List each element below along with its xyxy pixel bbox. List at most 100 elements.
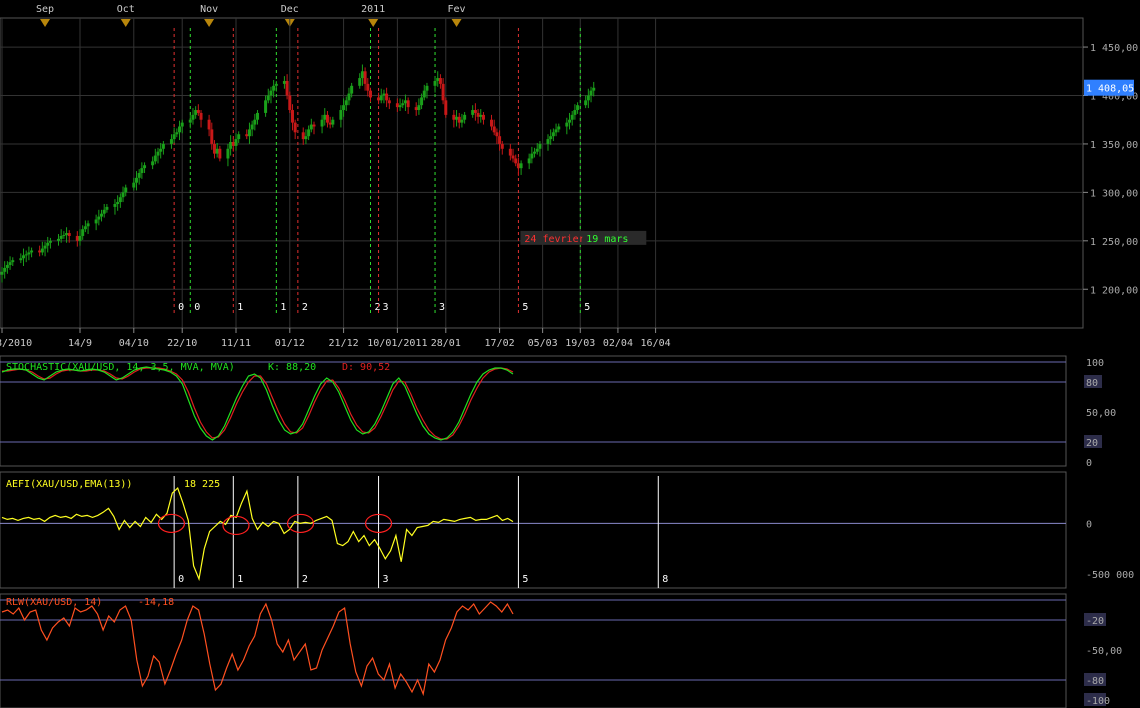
- candle-body: [417, 105, 421, 111]
- month-label: Sep: [36, 4, 54, 15]
- candle-body: [43, 245, 47, 249]
- candle-body: [320, 119, 324, 127]
- candle-body: [500, 143, 504, 149]
- candle-body: [481, 114, 485, 120]
- stochastic-d-label: D: 90,52: [342, 362, 390, 373]
- candle-body: [247, 129, 251, 137]
- candle-body: [519, 163, 523, 169]
- cycle-marker-label: 2: [374, 302, 380, 313]
- candle-body: [420, 97, 424, 106]
- candle-body: [48, 240, 52, 243]
- candle-body: [231, 142, 235, 146]
- candle-body: [132, 182, 136, 188]
- cycle-marker-label: 5: [522, 302, 528, 313]
- candle-body: [196, 110, 200, 113]
- candle-body: [207, 119, 211, 130]
- candle-body: [323, 114, 327, 120]
- candle-body: [274, 83, 278, 86]
- y-tick-label: 1 200,00: [1090, 285, 1138, 296]
- date-tick-label: 10/01/2011: [367, 338, 427, 349]
- candle-body: [282, 80, 286, 84]
- candle-body: [153, 155, 157, 162]
- candle-body: [151, 161, 155, 166]
- candle-body: [97, 216, 101, 220]
- stochastic-title: STOCHASTIC(XAU/USD, 14, 3,5, MVA, MVA): [6, 362, 235, 373]
- candle-body: [350, 85, 354, 94]
- candle-body: [290, 110, 294, 123]
- candle-body: [535, 148, 539, 152]
- candle-body: [312, 124, 316, 127]
- candle-body: [551, 132, 555, 137]
- candle-body: [382, 93, 386, 96]
- candle-body: [124, 187, 128, 193]
- candle-body: [516, 163, 520, 169]
- candle-body: [492, 126, 496, 133]
- projection-label: 24 fevrier: [524, 234, 584, 245]
- candle-body: [226, 148, 230, 159]
- cycle-marker-label: 5: [584, 302, 590, 313]
- date-tick-label: 01/12: [275, 338, 305, 349]
- candle-body: [210, 129, 214, 144]
- y-tick-label: -80: [1086, 676, 1104, 687]
- cycle-marker-label: 3: [383, 302, 389, 313]
- candle-body: [557, 126, 561, 130]
- candle-body: [511, 155, 515, 159]
- y-tick-label: 100: [1086, 358, 1104, 369]
- date-tick-label: 19/03: [565, 338, 595, 349]
- y-tick-label: 1 450,00: [1090, 43, 1138, 54]
- candle-body: [105, 206, 109, 210]
- candle-body: [527, 158, 531, 164]
- cycle-marker-label: 0: [194, 302, 200, 313]
- y-tick-label: 1 300,00: [1090, 188, 1138, 199]
- candle-body: [212, 143, 216, 154]
- candle-body: [0, 271, 4, 275]
- candle-body: [159, 148, 163, 152]
- y-tick-label: 1 350,00: [1090, 140, 1138, 151]
- candle-body: [398, 105, 402, 108]
- candle-body: [530, 153, 534, 159]
- cycle-line-label: 5: [522, 574, 528, 585]
- y-tick-label: 50,00: [1086, 408, 1116, 419]
- candle-body: [56, 238, 60, 241]
- candle-body: [264, 100, 268, 113]
- candle-body: [218, 148, 222, 159]
- candle-body: [94, 219, 98, 224]
- candle-body: [565, 122, 569, 127]
- candle-body: [554, 129, 558, 133]
- candle-body: [328, 122, 332, 125]
- candle-body: [444, 100, 448, 115]
- candle-body: [339, 110, 343, 120]
- projection-label: 19 mars: [586, 234, 628, 245]
- candle-body: [422, 90, 426, 98]
- candle-body: [546, 139, 550, 144]
- candle-body: [425, 85, 429, 91]
- date-tick-label: 02/04: [603, 338, 633, 349]
- candle-body: [584, 100, 588, 106]
- candle-body: [479, 114, 483, 117]
- candle-body: [573, 110, 577, 115]
- date-tick-label: 05/03: [528, 338, 558, 349]
- y-tick-label: 0: [1086, 458, 1092, 469]
- candle-body: [301, 132, 305, 140]
- candle-body: [455, 116, 459, 120]
- candle-body: [67, 233, 71, 236]
- candle-body: [514, 158, 518, 164]
- candle-body: [121, 192, 125, 198]
- candle-body: [118, 197, 122, 203]
- candle-body: [592, 87, 596, 91]
- candle-body: [403, 100, 407, 104]
- candle-body: [406, 100, 410, 108]
- candle-body: [325, 114, 329, 123]
- candle-body: [30, 250, 34, 253]
- cycle-marker-label: 3: [439, 302, 445, 313]
- candle-body: [358, 78, 362, 86]
- candle-body: [116, 202, 120, 204]
- candle-body: [368, 90, 372, 98]
- y-tick-label: 0: [1086, 519, 1092, 530]
- candle-body: [401, 103, 405, 106]
- month-label: 2011: [361, 4, 385, 15]
- candle-body: [498, 136, 502, 144]
- candle-body: [272, 85, 276, 91]
- candle-body: [169, 139, 173, 144]
- rlw-title: RLW(XAU/USD, 14): [6, 597, 102, 608]
